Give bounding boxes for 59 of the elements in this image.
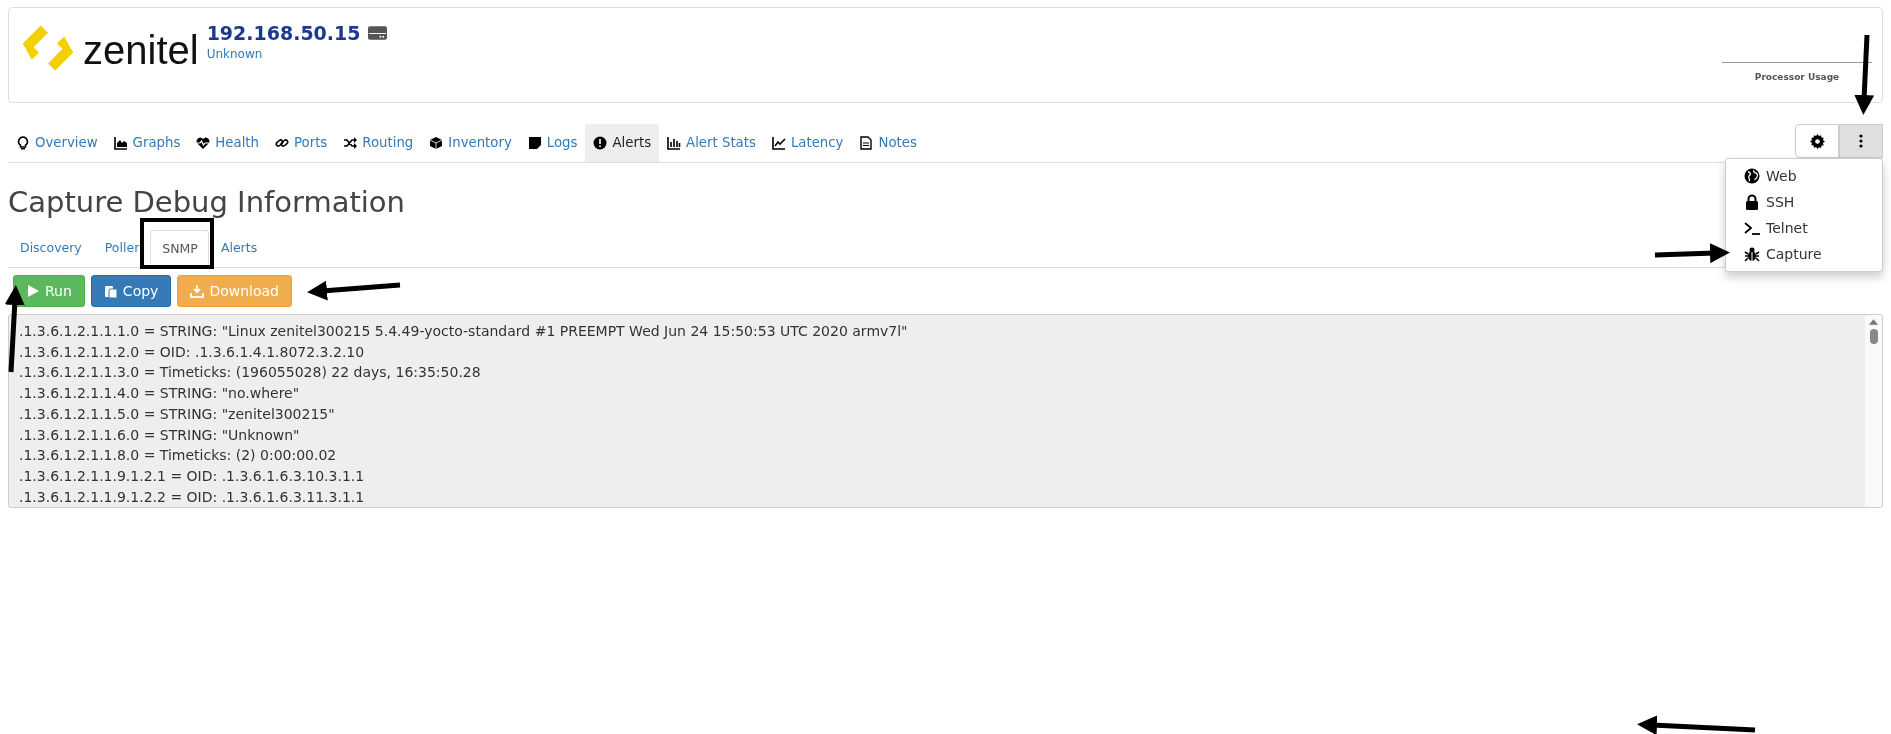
nav-tab[interactable]: Notes [851,124,925,162]
graph-caption: Processor Usage [1754,72,1840,82]
sub-tab[interactable]: Poller [92,229,151,267]
scrollbar-thumb[interactable] [1869,329,1878,344]
output-line: .1.3.6.1.2.1.1.9.1.2.2 = OID: .1.3.6.1.6.3.11.3.1.1 [19,487,366,507]
nav-tab[interactable]: Logs [519,124,586,162]
bar-chart-icon [667,136,682,151]
heartbeat-icon [196,136,211,151]
action-button[interactable]: Run [13,275,85,307]
nav-tab[interactable]: Overview [8,124,106,162]
play-icon [26,284,40,298]
nav-tab[interactable]: Graphs [105,124,189,162]
line-chart-icon [771,136,786,151]
menu-item[interactable]: SSH [1744,189,1882,215]
bug-icon [1744,246,1760,262]
more-icon [1859,134,1863,148]
output-line: .1.3.6.1.2.1.1.4.0 = STRING: "no.where" [19,384,301,404]
menu-item[interactable]: Telnet [1744,215,1882,241]
exclamation-circle-icon [593,136,608,151]
cube-icon [429,136,444,151]
output-line: .1.3.6.1.2.1.1.9.1.2.1 = OID: .1.3.6.1.6.3.10.3.1.1 [19,466,366,486]
settings-icon [1809,133,1825,149]
document-icon [859,136,874,151]
nav-tab[interactable]: Alert Stats [659,124,764,162]
output-line: .1.3.6.1.2.1.1.2.0 = OID: .1.3.6.1.4.1.8072.3.2.10 [19,342,366,362]
sub-tab[interactable]: SNMP [150,230,209,268]
nav-tab[interactable]: Inventory [421,124,520,162]
nav-tab[interactable]: Routing [335,124,422,162]
output-line: .1.3.6.1.2.1.1.3.0 = Timeticks: (196055028) 22 days, 16:35:50.28 [19,363,482,383]
output-line: .1.3.6.1.2.1.1.8.0 = Timeticks: (2) 0:00:00.02 [19,446,338,466]
sub-tab[interactable]: Alerts [208,229,269,267]
output-line: .1.3.6.1.2.1.1.5.0 = STRING: "zenitel300215" [19,404,336,424]
nav-tab[interactable]: Alerts [585,124,660,162]
terminal-icon [1744,220,1760,236]
note-icon [527,136,542,151]
nav-tab[interactable]: Latency [763,124,852,162]
globe-icon [1744,168,1760,184]
logo-text: zenitel [83,30,199,70]
area-chart-icon [113,136,128,151]
nav-tab[interactable]: Health [188,124,267,162]
settings-button[interactable] [1795,124,1839,158]
scrollbar[interactable] [1864,315,1882,507]
action-button[interactable]: Copy [90,275,172,307]
clipboard-icon [103,284,118,298]
scroll-up-icon [1869,319,1878,325]
device-subtitle[interactable]: Unknown [206,44,388,63]
bulb-icon [16,136,30,151]
output-line: .1.3.6.1.2.1.1.1.0 = STRING: "Linux zenitel300215 5.4.49-yocto-standard #1 PREEMPT Wed Jun 24 15:50:53 UTC 2020 armv7l" [19,322,909,341]
menu-item[interactable]: Capture [1744,241,1882,267]
sub-tab[interactable]: Discovery [8,229,93,267]
menu-item[interactable]: Web [1744,163,1882,189]
server-icon [368,25,388,42]
shuffle-icon [343,136,358,151]
nav-tab[interactable]: Ports [267,124,336,162]
device-ip: 192.168.50.15 [206,22,361,45]
lock-icon [1744,194,1760,210]
download-icon [190,284,205,298]
output-line: .1.3.6.1.2.1.1.6.0 = STRING: "Unknown" [19,425,301,445]
page-title: Capture Debug Information [8,185,405,220]
